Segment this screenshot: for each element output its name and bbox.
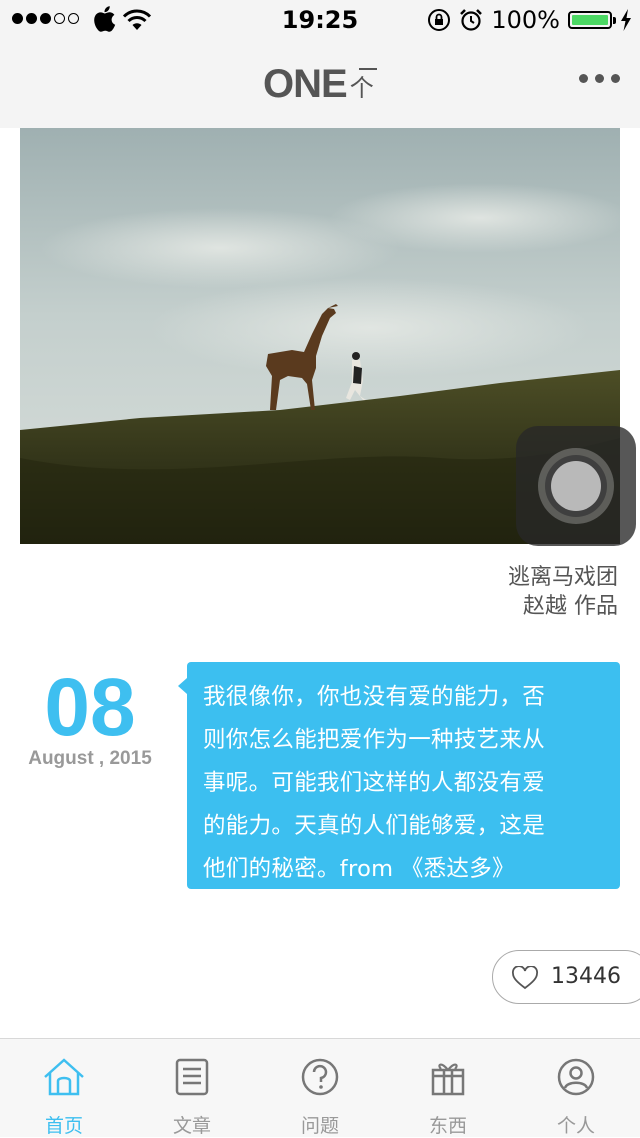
home-icon — [44, 1058, 84, 1096]
heart-icon — [512, 966, 538, 990]
more-options-button[interactable] — [579, 74, 620, 83]
quote-line: 事呢。可能我们这样的人都没有爱 — [203, 770, 546, 796]
tab-label: 文章 — [172, 1115, 211, 1137]
tab-question[interactable]: 问题 — [256, 1039, 384, 1137]
photo-title: 逃离马戏团 — [507, 565, 618, 590]
tab-label: 问题 — [300, 1115, 339, 1137]
tab-label: 个人 — [556, 1115, 595, 1137]
article-icon — [175, 1058, 209, 1096]
tab-label: 东西 — [428, 1115, 467, 1137]
tab-home[interactable]: 首页 — [0, 1039, 128, 1137]
app-logo: ONE 个 — [263, 62, 377, 106]
quote-line: 的能力。天真的人们能够爱，这是 — [203, 813, 546, 839]
user-icon — [557, 1058, 595, 1096]
battery-icon — [568, 11, 616, 29]
quote-bubble: 我很像你，你也没有爱的能力，否 则你怎么能把爱作为一种技艺来从 事呢。可能我们这… — [178, 662, 620, 889]
assistive-touch-button[interactable] — [516, 426, 636, 546]
battery-percentage: 100% — [491, 6, 560, 34]
gift-icon — [431, 1063, 465, 1096]
date-month-year: August , 2015 — [28, 748, 152, 769]
alarm-icon — [460, 9, 483, 31]
logo-cn: 个 — [349, 74, 374, 102]
tab-article[interactable]: 文章 — [128, 1039, 256, 1137]
quote-line: 我很像你，你也没有爱的能力，否 — [203, 684, 546, 710]
photo-caption: 逃离马戏团 赵越 作品 — [508, 563, 618, 621]
tab-profile[interactable]: 个人 — [512, 1039, 640, 1137]
rotation-lock-icon — [428, 9, 451, 31]
tab-label: 首页 — [44, 1115, 83, 1137]
tab-things[interactable]: 东西 — [384, 1039, 512, 1137]
quote-line: 他们的秘密。from 《悉达多》 — [203, 856, 515, 882]
date-day: 08 — [44, 662, 136, 753]
logo-text: ONE — [263, 62, 348, 106]
nav-bar: ONE 个 — [0, 40, 640, 128]
photo-author: 赵越 作品 — [523, 594, 618, 619]
like-count: 13446 — [551, 964, 621, 989]
status-bar: 19:25 100% — [0, 0, 640, 40]
question-icon — [301, 1058, 339, 1096]
quote-line: 则你怎么能把爱作为一种技艺来从 — [203, 727, 546, 753]
tab-bar: 首页 文章 问题 东西 个人 — [0, 1038, 640, 1137]
like-button[interactable]: 13446 — [492, 950, 640, 1004]
charging-icon — [621, 9, 631, 31]
